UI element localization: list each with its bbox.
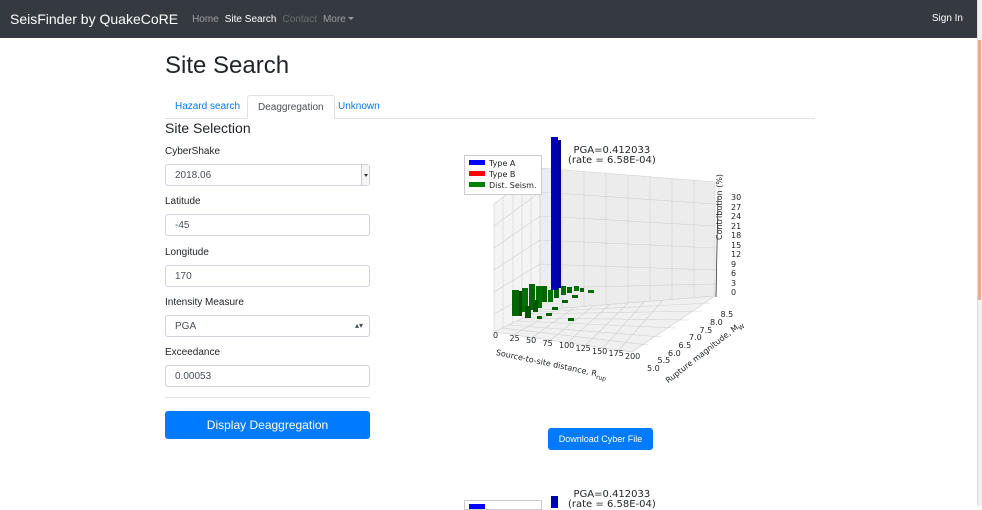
y-tick-label: 5.0 <box>647 364 660 373</box>
plot-grid <box>492 167 717 353</box>
plot2-bar <box>551 496 558 508</box>
section-title: Site Selection <box>165 120 251 136</box>
nav-more-dropdown[interactable]: More <box>323 14 354 25</box>
z-tick-label: 21 <box>731 221 742 231</box>
cybershake-select[interactable]: 2018.06 <box>165 164 370 186</box>
exceedance-input[interactable]: 0.00053 <box>165 365 370 387</box>
x-axis-label: Source-to-site distance, Rrup <box>495 348 608 383</box>
z-tick-label: 6 <box>731 269 737 278</box>
dropdown-arrow-icon <box>361 165 369 185</box>
legend-swatch <box>469 171 485 176</box>
exceedance-label: Exceedance <box>165 347 221 358</box>
download-cyber-file-button[interactable]: Download Cyber File <box>548 428 653 450</box>
deaggregation-plot <box>492 137 719 353</box>
intensity-measure-label: Intensity Measure <box>165 297 244 308</box>
latitude-label: Latitude <box>165 196 201 207</box>
scrollbar-thumb[interactable] <box>978 40 981 300</box>
navbar-brand[interactable]: SeisFinder by QuakeCoRE <box>10 11 178 27</box>
z-tick-label: 9 <box>731 259 737 269</box>
plot2-legend <box>464 500 542 510</box>
y-tick-label: 7.0 <box>689 333 702 343</box>
display-deaggregation-button[interactable]: Display Deaggregation <box>165 411 370 439</box>
plot-title: PGA=0.412033 (rate = 6.58E-04) <box>568 146 656 166</box>
x-tick-label: 100 <box>559 341 575 351</box>
x-tick-label: 150 <box>592 346 608 356</box>
caret-down-icon <box>347 16 354 20</box>
legend-label: Type B <box>489 170 516 179</box>
nav-home[interactable]: Home <box>192 14 219 25</box>
y-tick-label: 5.5 <box>657 356 671 366</box>
x-tick-label: 125 <box>575 344 591 353</box>
z-tick-label: 30 <box>731 193 742 202</box>
latitude-input[interactable]: -45 <box>165 214 370 236</box>
x-tick-label: 200 <box>625 351 641 361</box>
legend-swatch <box>469 504 485 509</box>
z-tick-label: 12 <box>731 250 742 259</box>
tab-hazard-search[interactable]: Hazard search <box>165 95 250 119</box>
nav-site-search[interactable]: Site Search <box>225 14 277 25</box>
x-tick-label: 0 <box>493 331 499 340</box>
legend-item-type-a: Type A <box>469 159 515 168</box>
x-axis-label-sub: rup <box>595 373 607 383</box>
z-tick-label: 24 <box>731 212 742 221</box>
longitude-input[interactable]: 170 <box>165 265 370 287</box>
legend-swatch <box>469 160 485 165</box>
plot-legend: Type A Type B Dist. Seism. <box>464 155 542 195</box>
x-tick-label: 75 <box>542 338 553 348</box>
y-tick-label: 7.5 <box>699 325 713 335</box>
legend-label: Dist. Seism. <box>489 181 537 190</box>
legend-swatch <box>469 182 485 187</box>
navbar: SeisFinder by QuakeCoRE Home Site Search… <box>0 0 977 38</box>
tab-unknown[interactable]: Unknown <box>328 95 390 119</box>
intensity-measure-select[interactable]: PGA ▴▾ <box>165 315 370 337</box>
legend-label: Type A <box>489 159 516 168</box>
plot2-title: PGA=0.412033 (rate = 6.58E-04) <box>568 490 656 510</box>
tab-deaggregation[interactable]: Deaggregation <box>247 95 335 119</box>
z-tick-label: 0 <box>731 288 737 297</box>
longitude-label: Longitude <box>165 247 209 258</box>
page-title: Site Search <box>165 52 290 79</box>
plot-title-line2: (rate = 6.58E-04) <box>568 155 656 166</box>
nav-more-label: More <box>322 13 346 25</box>
legend-item-dist-seism: Dist. Seism. <box>469 181 537 190</box>
z-tick-label: 18 <box>731 231 742 240</box>
tab-bar: Hazard search Deaggregation Unknown <box>165 95 815 119</box>
legend-item-type-b: Type B <box>469 170 515 179</box>
cybershake-label: CyberShake <box>165 146 221 157</box>
y-tick-label: 8.0 <box>710 317 723 327</box>
y-tick-label: 6.5 <box>678 340 692 350</box>
x-tick-label: 50 <box>526 336 537 346</box>
y-tick-label: 8.5 <box>720 310 734 320</box>
x-tick-label: 25 <box>509 333 520 343</box>
sign-in-link[interactable]: Sign In <box>932 13 963 24</box>
intensity-measure-value: PGA <box>175 321 197 332</box>
x-tick-label: 175 <box>608 349 624 359</box>
z-axis-label: Contribution (%) <box>715 173 724 240</box>
y-tick-label: 6.0 <box>668 348 681 358</box>
z-tick-label: 27 <box>731 202 742 212</box>
nav-contact: Contact <box>282 13 317 25</box>
form-divider <box>165 397 370 398</box>
plot2-title-line2: (rate = 6.58E-04) <box>568 499 656 510</box>
select-updown-icon: ▴▾ <box>354 321 363 330</box>
cybershake-value: 2018.06 <box>175 170 212 181</box>
z-tick-label: 15 <box>731 240 742 250</box>
z-tick-label: 3 <box>731 278 737 288</box>
